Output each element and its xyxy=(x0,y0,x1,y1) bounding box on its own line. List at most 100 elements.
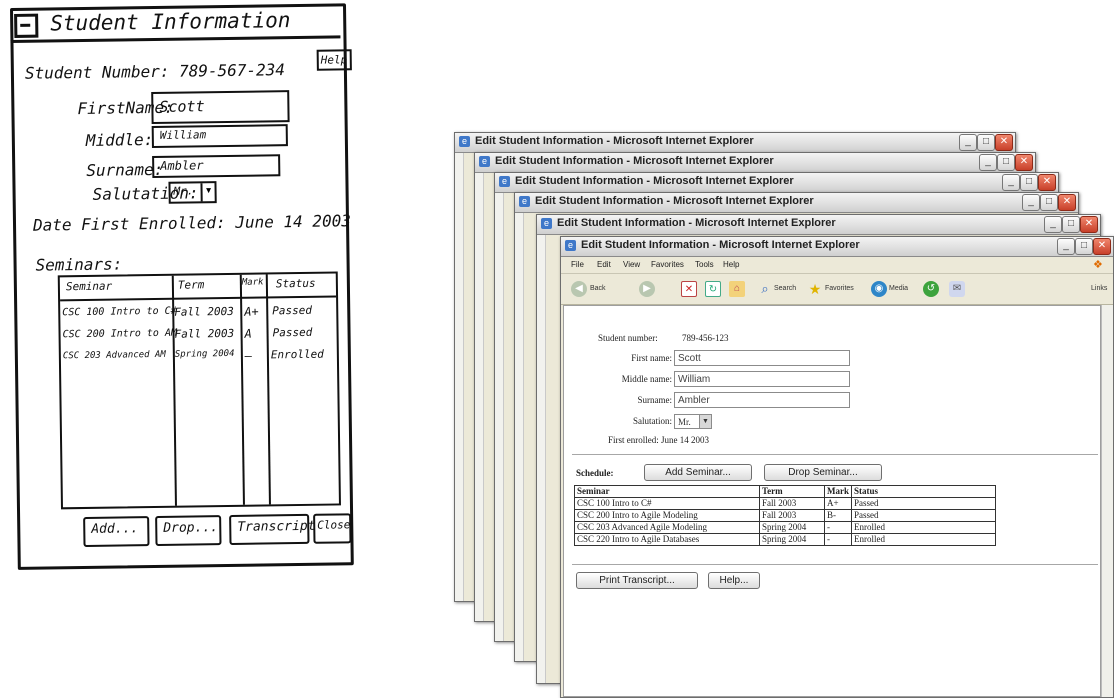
cell-term: Spring 2004 xyxy=(759,533,825,546)
minimize-icon[interactable]: _ xyxy=(1002,174,1020,191)
window-titlebar[interactable]: e Edit Student Information - Microsoft I… xyxy=(561,237,1113,257)
divider xyxy=(572,564,1098,565)
close-icon[interactable]: ✕ xyxy=(1093,238,1111,255)
first-name-label: First name: xyxy=(631,353,672,363)
sketch-cell: Passed xyxy=(272,325,313,340)
window-edge xyxy=(475,173,484,621)
cell-term: Fall 2003 xyxy=(759,509,825,522)
first-enrolled-text: First enrolled: June 14 2003 xyxy=(608,435,709,445)
minimize-icon[interactable]: _ xyxy=(1044,216,1062,233)
window-titlebar[interactable]: e Edit Student Information - Microsoft I… xyxy=(495,173,1058,193)
ie-icon: e xyxy=(479,156,490,167)
table-row[interactable]: CSC 200 Intro to Agile Modeling Fall 200… xyxy=(574,509,996,522)
ie-icon: e xyxy=(499,176,510,187)
close-icon[interactable]: ✕ xyxy=(1038,174,1056,191)
media-icon[interactable]: ◉ xyxy=(871,281,887,297)
table-header-row: Seminar Term Mark Status xyxy=(574,485,996,498)
minimize-icon[interactable]: _ xyxy=(979,154,997,171)
menu-view[interactable]: View xyxy=(623,260,640,269)
media-label[interactable]: Media xyxy=(889,285,908,292)
sketch-middle-label: Middle: xyxy=(85,130,154,150)
sketch-cell: Fall 2003 xyxy=(174,326,235,341)
col-term: Term xyxy=(759,485,825,498)
help-button[interactable]: Help... xyxy=(708,572,760,589)
sketch-cell: CSC 203 Advanced AM xyxy=(62,349,166,362)
toolbar: ◀ Back ▶ ✕ ↻ ⌂ ⌕ Search ★ Favorites ◉ Me… xyxy=(561,273,1113,305)
sketch-salutation-field: Mr. ▾ xyxy=(168,181,217,204)
window-titlebar[interactable]: e Edit Student Information - Microsoft I… xyxy=(515,193,1078,213)
menu-help[interactable]: Help xyxy=(723,260,739,269)
links-label[interactable]: Links xyxy=(1091,285,1107,292)
ie-icon: e xyxy=(541,218,552,229)
ie-icon: e xyxy=(519,196,530,207)
refresh-icon[interactable]: ↻ xyxy=(705,281,721,297)
back-icon[interactable]: ◀ xyxy=(571,281,587,297)
sketch-cell: CSC 200 Intro to AM xyxy=(62,327,178,341)
ie-window-front[interactable]: e Edit Student Information - Microsoft I… xyxy=(560,236,1114,698)
salutation-select[interactable]: Mr. ▼ xyxy=(674,414,712,429)
add-seminar-button[interactable]: Add Seminar... xyxy=(644,464,752,481)
ie-icon: e xyxy=(565,240,576,251)
sketch-col-divider xyxy=(265,274,271,505)
cell-mark: A+ xyxy=(824,497,852,510)
close-icon[interactable]: ✕ xyxy=(1058,194,1076,211)
window-title: Edit Student Information - Microsoft Int… xyxy=(515,175,794,187)
maximize-icon[interactable]: □ xyxy=(1062,216,1080,233)
window-title: Edit Student Information - Microsoft Int… xyxy=(581,239,860,251)
surname-input[interactable]: Ambler xyxy=(674,392,850,408)
search-icon[interactable]: ⌕ xyxy=(757,281,773,297)
sketch-student-number: Student Number: 789-567-234 xyxy=(24,60,286,83)
minimize-icon[interactable]: _ xyxy=(1022,194,1040,211)
sketch-titlebar: Student Information xyxy=(10,3,341,43)
window-titlebar[interactable]: e Edit Student Information - Microsoft I… xyxy=(455,133,1015,153)
table-row[interactable]: CSC 220 Intro to Agile Databases Spring … xyxy=(574,533,996,546)
drop-seminar-button[interactable]: Drop Seminar... xyxy=(764,464,882,481)
table-row[interactable]: CSC 100 Intro to C# Fall 2003 A+ Passed xyxy=(574,497,996,510)
cell-status: Enrolled xyxy=(851,533,996,546)
table-row[interactable]: CSC 203 Advanced Agile Modeling Spring 2… xyxy=(574,521,996,534)
window-edge xyxy=(537,235,546,683)
minimize-icon[interactable]: _ xyxy=(959,134,977,151)
sketch-cell: A xyxy=(244,326,252,341)
sketch-add-label: Add... xyxy=(91,521,139,537)
vertical-scrollbar[interactable] xyxy=(1101,305,1113,697)
favorites-icon[interactable]: ★ xyxy=(807,281,823,297)
maximize-icon[interactable]: □ xyxy=(997,154,1015,171)
maximize-icon[interactable]: □ xyxy=(1040,194,1058,211)
sketch-cell: Passed xyxy=(272,303,313,318)
first-name-input[interactable]: Scott xyxy=(674,350,850,366)
menu-edit[interactable]: Edit xyxy=(597,260,611,269)
close-icon[interactable]: ✕ xyxy=(1015,154,1033,171)
print-transcript-button[interactable]: Print Transcript... xyxy=(576,572,698,589)
cell-term: Spring 2004 xyxy=(759,521,825,534)
menu-tools[interactable]: Tools xyxy=(695,260,714,269)
maximize-icon[interactable]: □ xyxy=(1075,238,1093,255)
window-titlebar[interactable]: e Edit Student Information - Microsoft I… xyxy=(475,153,1035,173)
cell-seminar: CSC 200 Intro to Agile Modeling xyxy=(574,509,760,522)
back-label[interactable]: Back xyxy=(590,285,606,292)
mail-icon[interactable]: ✉ xyxy=(949,281,965,297)
stop-icon[interactable]: ✕ xyxy=(681,281,697,297)
favorites-label[interactable]: Favorites xyxy=(825,285,854,292)
close-icon[interactable]: ✕ xyxy=(995,134,1013,151)
dropdown-arrow-icon[interactable]: ▼ xyxy=(699,415,711,428)
menu-file[interactable]: File xyxy=(571,260,584,269)
schedule-label: Schedule: xyxy=(576,468,614,478)
maximize-icon[interactable]: □ xyxy=(977,134,995,151)
middle-name-input[interactable]: William xyxy=(674,371,850,387)
close-icon[interactable]: ✕ xyxy=(1080,216,1098,233)
history-icon[interactable]: ↺ xyxy=(923,281,939,297)
window-titlebar[interactable]: e Edit Student Information - Microsoft I… xyxy=(537,215,1100,235)
surname-label: Surname: xyxy=(637,395,673,405)
menu-favorites[interactable]: Favorites xyxy=(651,260,684,269)
minimize-icon[interactable]: _ xyxy=(1057,238,1075,255)
sketch-middle-value: William xyxy=(159,128,207,142)
forward-icon[interactable]: ▶ xyxy=(639,281,655,297)
menu-bar: File Edit View Favorites Tools Help ❖ xyxy=(561,257,1113,273)
home-icon[interactable]: ⌂ xyxy=(729,281,745,297)
sketch-transcript-label: Transcript xyxy=(237,518,316,535)
maximize-icon[interactable]: □ xyxy=(1020,174,1038,191)
sketch-salutation-value: Mr. xyxy=(173,184,194,198)
window-title: Edit Student Information - Microsoft Int… xyxy=(535,195,814,207)
search-label[interactable]: Search xyxy=(774,285,796,292)
